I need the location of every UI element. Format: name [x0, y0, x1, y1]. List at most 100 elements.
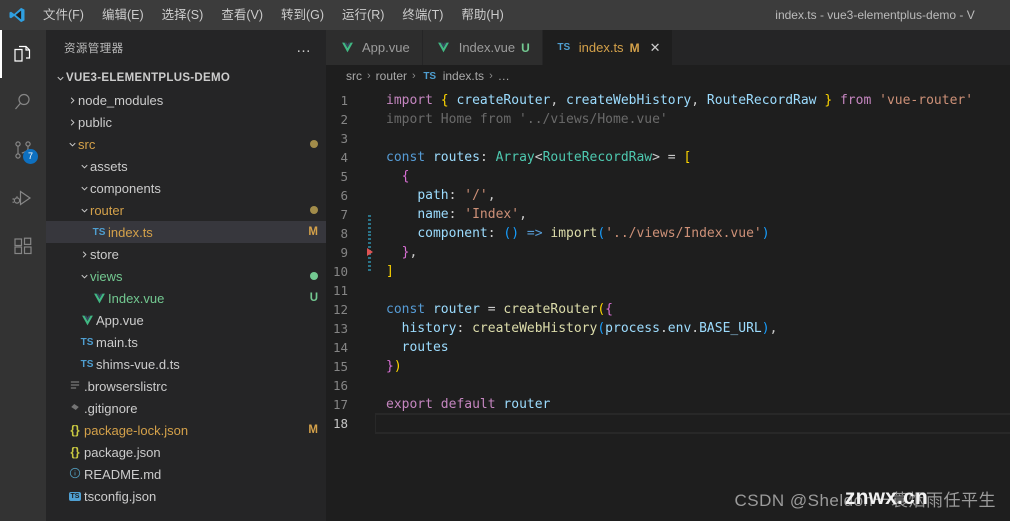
- files-icon: [11, 42, 35, 66]
- menu-help[interactable]: 帮助(H): [452, 0, 512, 30]
- tree-folder-store[interactable]: store: [46, 243, 326, 265]
- tree-item-status: M: [308, 424, 318, 436]
- code-line: 1 import { createRouter, createWebHistory…: [326, 91, 1010, 110]
- tree-item-label: package.json: [84, 444, 161, 460]
- title-bar: 文件(F) 编辑(E) 选择(S) 查看(V) 转到(G) 运行(R) 终端(T…: [0, 0, 1010, 30]
- workbench-body: 7 资源管理器 … VUE3-ELEMENTPLUS-DEMO node_mod…: [0, 30, 1010, 521]
- code-token: <: [534, 150, 543, 165]
- editor-tab-index-vue[interactable]: Index.vue U: [422, 30, 543, 65]
- tree-item-label: index.ts: [108, 224, 153, 240]
- tree-file-readme-md[interactable]: README.md: [46, 463, 326, 485]
- editor-tab-status-badge: M: [629, 40, 640, 55]
- code-editor[interactable]: 1 import { createRouter, createWebHistory…: [326, 87, 1010, 521]
- tree-item-label: .gitignore: [84, 400, 138, 416]
- tree-file-tsconfig-json[interactable]: TS tsconfig.json: [46, 485, 326, 507]
- menu-bar: 文件(F) 编辑(E) 选择(S) 查看(V) 转到(G) 运行(R) 终端(T…: [34, 0, 513, 30]
- code-token: ): [761, 226, 770, 241]
- code-token: 'Index': [464, 207, 520, 222]
- tree-item-label: Index.vue: [108, 290, 165, 306]
- menu-file[interactable]: 文件(F): [34, 0, 93, 30]
- code-token: '/': [464, 188, 488, 203]
- editor-tab-app-vue[interactable]: App.vue: [326, 30, 423, 65]
- vue-file-icon: [90, 292, 108, 305]
- ts-file-icon: TS: [80, 336, 94, 348]
- vue-file-icon: [78, 314, 96, 327]
- explorer-more-actions-icon[interactable]: …: [296, 40, 316, 55]
- code-token: createRouter: [503, 302, 598, 317]
- code-line: 4 const routes: Array<RouteRecordRaw> = [: [326, 148, 1010, 167]
- editor-tab-index-ts[interactable]: TS index.ts M ✕: [542, 30, 674, 65]
- code-line: 15}): [326, 357, 1010, 376]
- menu-view[interactable]: 查看(V): [212, 0, 272, 30]
- menu-selection[interactable]: 选择(S): [153, 0, 213, 30]
- code-token: [: [683, 150, 692, 165]
- breadcrumb-item-index-ts[interactable]: TS index.ts: [421, 69, 484, 83]
- tree-folder-assets[interactable]: assets: [46, 155, 326, 177]
- tree-file-gitignore[interactable]: .gitignore: [46, 397, 326, 419]
- extensions-icon: [11, 234, 35, 258]
- code-text: ]: [376, 262, 1010, 281]
- activity-explorer[interactable]: [0, 30, 46, 78]
- code-text: export default router: [376, 395, 1010, 414]
- activity-search[interactable]: [0, 78, 46, 126]
- breadcrumb: src › router › TS index.ts ›…: [326, 65, 1010, 87]
- tree-file-shims-vue-d-ts[interactable]: TS shims-vue.d.ts: [46, 353, 326, 375]
- line-number: 16: [332, 378, 348, 393]
- tree-file-package-lock-json[interactable]: {} package-lock.json M: [46, 419, 326, 441]
- activity-extensions[interactable]: [0, 222, 46, 270]
- code-text: }): [376, 357, 1010, 376]
- tree-file-index-ts[interactable]: TS index.ts M: [46, 221, 326, 243]
- code-text: [375, 413, 1010, 434]
- code-token: createWebHistory: [472, 321, 598, 336]
- code-token: ,: [409, 245, 418, 260]
- code-line: 3: [326, 129, 1010, 148]
- code-token: 'vue-router': [879, 93, 974, 108]
- chevron-down-icon: [78, 271, 90, 282]
- menu-run[interactable]: 运行(R): [333, 0, 393, 30]
- code-token: ,: [550, 93, 567, 108]
- menu-go[interactable]: 转到(G): [272, 0, 333, 30]
- menu-terminal[interactable]: 终端(T): [393, 0, 452, 30]
- code-text: routes: [376, 338, 1010, 357]
- chevron-right-icon: [66, 95, 78, 106]
- tree-folder-router[interactable]: router: [46, 199, 326, 221]
- tree-folder-public[interactable]: public: [46, 111, 326, 133]
- tree-root-row[interactable]: VUE3-ELEMENTPLUS-DEMO: [46, 67, 326, 89]
- tree-folder-components[interactable]: components: [46, 177, 326, 199]
- tree-file-main-ts[interactable]: TS main.ts: [46, 331, 326, 353]
- line-number: 14: [332, 340, 348, 355]
- code-token: process: [605, 321, 660, 336]
- breadcrumb-item-label: router: [375, 69, 408, 83]
- code-text: const router = createRouter({: [376, 300, 1010, 319]
- tab-bar-filler: [673, 30, 1010, 65]
- tree-folder-src[interactable]: src: [46, 133, 326, 155]
- code-token: .: [691, 321, 700, 336]
- code-line: 13 history: createWebHistory(process.env…: [326, 319, 1010, 338]
- tree-file-index-vue[interactable]: Index.vue U: [46, 287, 326, 309]
- tsconfig-file-icon: TS: [68, 491, 82, 501]
- breadcrumb-item--[interactable]: …: [498, 69, 510, 83]
- tree-file-package-json[interactable]: {} package.json: [46, 441, 326, 463]
- editor-tab-label: index.ts: [578, 40, 624, 55]
- code-token: {: [440, 93, 449, 108]
- tree-file-browserslistrc[interactable]: .browserslistrc: [46, 375, 326, 397]
- menu-edit[interactable]: 编辑(E): [93, 0, 153, 30]
- editor-tab-bar: App.vue Index.vue U TS index.ts M ✕: [326, 30, 1010, 65]
- breadcrumb-item-router[interactable]: router: [376, 69, 407, 83]
- line-number: 2: [340, 112, 348, 127]
- tree-file-app-vue[interactable]: App.vue: [46, 309, 326, 331]
- breadcrumb-separator: ›: [489, 70, 493, 82]
- activity-run-debug[interactable]: [0, 174, 46, 222]
- code-token: :: [487, 226, 504, 241]
- tree-folder-node-modules[interactable]: node_modules: [46, 89, 326, 111]
- chevron-right-icon: [78, 249, 90, 260]
- tree-item-label: main.ts: [96, 334, 138, 350]
- explorer-title: 资源管理器: [64, 42, 124, 55]
- activity-source-control[interactable]: 7: [0, 126, 46, 174]
- breadcrumb-item-src[interactable]: src: [346, 69, 362, 83]
- tree-folder-views[interactable]: views: [46, 265, 326, 287]
- close-icon[interactable]: ✕: [650, 41, 661, 54]
